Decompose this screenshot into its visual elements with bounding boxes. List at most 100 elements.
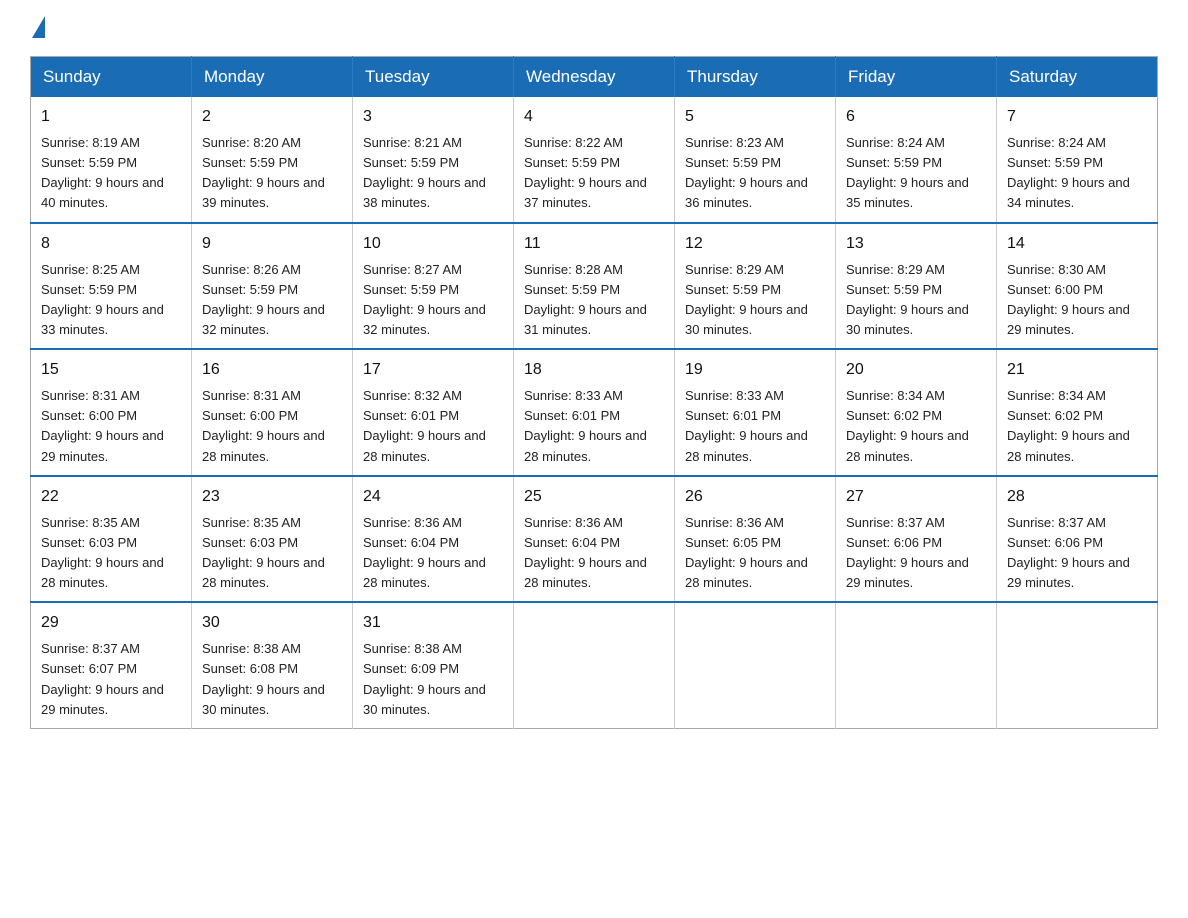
calendar-day-cell: 27 Sunrise: 8:37 AMSunset: 6:06 PMDaylig… [836, 476, 997, 603]
day-info: Sunrise: 8:36 AMSunset: 6:04 PMDaylight:… [524, 515, 647, 590]
calendar-day-cell: 7 Sunrise: 8:24 AMSunset: 5:59 PMDayligh… [997, 97, 1158, 223]
day-info: Sunrise: 8:30 AMSunset: 6:00 PMDaylight:… [1007, 262, 1130, 337]
day-number: 31 [363, 611, 503, 635]
page-header [30, 20, 1158, 36]
calendar-day-cell: 29 Sunrise: 8:37 AMSunset: 6:07 PMDaylig… [31, 602, 192, 728]
day-info: Sunrise: 8:34 AMSunset: 6:02 PMDaylight:… [1007, 388, 1130, 463]
day-number: 8 [41, 232, 181, 256]
day-number: 19 [685, 358, 825, 382]
day-number: 14 [1007, 232, 1147, 256]
day-info: Sunrise: 8:19 AMSunset: 5:59 PMDaylight:… [41, 135, 164, 210]
day-info: Sunrise: 8:29 AMSunset: 5:59 PMDaylight:… [846, 262, 969, 337]
day-number: 24 [363, 485, 503, 509]
calendar-day-cell: 10 Sunrise: 8:27 AMSunset: 5:59 PMDaylig… [353, 223, 514, 350]
calendar-day-cell: 11 Sunrise: 8:28 AMSunset: 5:59 PMDaylig… [514, 223, 675, 350]
calendar-day-cell: 2 Sunrise: 8:20 AMSunset: 5:59 PMDayligh… [192, 97, 353, 223]
day-number: 15 [41, 358, 181, 382]
day-number: 20 [846, 358, 986, 382]
logo-triangle-icon [32, 16, 45, 38]
day-number: 1 [41, 105, 181, 129]
day-number: 11 [524, 232, 664, 256]
day-info: Sunrise: 8:37 AMSunset: 6:06 PMDaylight:… [846, 515, 969, 590]
day-number: 23 [202, 485, 342, 509]
day-info: Sunrise: 8:36 AMSunset: 6:04 PMDaylight:… [363, 515, 486, 590]
day-info: Sunrise: 8:33 AMSunset: 6:01 PMDaylight:… [685, 388, 808, 463]
calendar-day-cell: 23 Sunrise: 8:35 AMSunset: 6:03 PMDaylig… [192, 476, 353, 603]
day-info: Sunrise: 8:38 AMSunset: 6:08 PMDaylight:… [202, 641, 325, 716]
day-info: Sunrise: 8:24 AMSunset: 5:59 PMDaylight:… [1007, 135, 1130, 210]
day-number: 27 [846, 485, 986, 509]
day-number: 6 [846, 105, 986, 129]
calendar-day-cell: 15 Sunrise: 8:31 AMSunset: 6:00 PMDaylig… [31, 349, 192, 476]
calendar-day-cell: 30 Sunrise: 8:38 AMSunset: 6:08 PMDaylig… [192, 602, 353, 728]
day-number: 17 [363, 358, 503, 382]
day-info: Sunrise: 8:29 AMSunset: 5:59 PMDaylight:… [685, 262, 808, 337]
day-number: 12 [685, 232, 825, 256]
calendar-day-cell: 21 Sunrise: 8:34 AMSunset: 6:02 PMDaylig… [997, 349, 1158, 476]
calendar-day-cell: 16 Sunrise: 8:31 AMSunset: 6:00 PMDaylig… [192, 349, 353, 476]
day-info: Sunrise: 8:22 AMSunset: 5:59 PMDaylight:… [524, 135, 647, 210]
calendar-week-row: 15 Sunrise: 8:31 AMSunset: 6:00 PMDaylig… [31, 349, 1158, 476]
day-number: 5 [685, 105, 825, 129]
logo[interactable] [30, 20, 45, 36]
calendar-day-cell [675, 602, 836, 728]
day-info: Sunrise: 8:23 AMSunset: 5:59 PMDaylight:… [685, 135, 808, 210]
day-info: Sunrise: 8:31 AMSunset: 6:00 PMDaylight:… [41, 388, 164, 463]
calendar-day-cell: 3 Sunrise: 8:21 AMSunset: 5:59 PMDayligh… [353, 97, 514, 223]
day-info: Sunrise: 8:27 AMSunset: 5:59 PMDaylight:… [363, 262, 486, 337]
day-number: 13 [846, 232, 986, 256]
day-number: 3 [363, 105, 503, 129]
weekday-header-thursday: Thursday [675, 57, 836, 98]
day-info: Sunrise: 8:25 AMSunset: 5:59 PMDaylight:… [41, 262, 164, 337]
weekday-header-row: SundayMondayTuesdayWednesdayThursdayFrid… [31, 57, 1158, 98]
day-number: 10 [363, 232, 503, 256]
day-info: Sunrise: 8:24 AMSunset: 5:59 PMDaylight:… [846, 135, 969, 210]
day-info: Sunrise: 8:21 AMSunset: 5:59 PMDaylight:… [363, 135, 486, 210]
day-number: 22 [41, 485, 181, 509]
day-number: 29 [41, 611, 181, 635]
calendar-day-cell: 24 Sunrise: 8:36 AMSunset: 6:04 PMDaylig… [353, 476, 514, 603]
day-info: Sunrise: 8:28 AMSunset: 5:59 PMDaylight:… [524, 262, 647, 337]
day-info: Sunrise: 8:34 AMSunset: 6:02 PMDaylight:… [846, 388, 969, 463]
day-info: Sunrise: 8:32 AMSunset: 6:01 PMDaylight:… [363, 388, 486, 463]
calendar-day-cell: 14 Sunrise: 8:30 AMSunset: 6:00 PMDaylig… [997, 223, 1158, 350]
calendar-week-row: 1 Sunrise: 8:19 AMSunset: 5:59 PMDayligh… [31, 97, 1158, 223]
calendar-day-cell: 25 Sunrise: 8:36 AMSunset: 6:04 PMDaylig… [514, 476, 675, 603]
calendar-day-cell [997, 602, 1158, 728]
day-number: 30 [202, 611, 342, 635]
weekday-header-sunday: Sunday [31, 57, 192, 98]
calendar-week-row: 22 Sunrise: 8:35 AMSunset: 6:03 PMDaylig… [31, 476, 1158, 603]
day-number: 9 [202, 232, 342, 256]
weekday-header-tuesday: Tuesday [353, 57, 514, 98]
weekday-header-wednesday: Wednesday [514, 57, 675, 98]
day-number: 2 [202, 105, 342, 129]
calendar-day-cell: 26 Sunrise: 8:36 AMSunset: 6:05 PMDaylig… [675, 476, 836, 603]
calendar-day-cell: 20 Sunrise: 8:34 AMSunset: 6:02 PMDaylig… [836, 349, 997, 476]
day-number: 4 [524, 105, 664, 129]
day-number: 16 [202, 358, 342, 382]
calendar-day-cell: 18 Sunrise: 8:33 AMSunset: 6:01 PMDaylig… [514, 349, 675, 476]
day-info: Sunrise: 8:37 AMSunset: 6:06 PMDaylight:… [1007, 515, 1130, 590]
day-number: 18 [524, 358, 664, 382]
calendar-day-cell: 19 Sunrise: 8:33 AMSunset: 6:01 PMDaylig… [675, 349, 836, 476]
day-info: Sunrise: 8:36 AMSunset: 6:05 PMDaylight:… [685, 515, 808, 590]
calendar-day-cell: 4 Sunrise: 8:22 AMSunset: 5:59 PMDayligh… [514, 97, 675, 223]
weekday-header-saturday: Saturday [997, 57, 1158, 98]
day-info: Sunrise: 8:26 AMSunset: 5:59 PMDaylight:… [202, 262, 325, 337]
calendar-day-cell: 1 Sunrise: 8:19 AMSunset: 5:59 PMDayligh… [31, 97, 192, 223]
day-info: Sunrise: 8:35 AMSunset: 6:03 PMDaylight:… [41, 515, 164, 590]
calendar-week-row: 29 Sunrise: 8:37 AMSunset: 6:07 PMDaylig… [31, 602, 1158, 728]
calendar-day-cell: 28 Sunrise: 8:37 AMSunset: 6:06 PMDaylig… [997, 476, 1158, 603]
calendar-day-cell: 17 Sunrise: 8:32 AMSunset: 6:01 PMDaylig… [353, 349, 514, 476]
calendar-day-cell: 22 Sunrise: 8:35 AMSunset: 6:03 PMDaylig… [31, 476, 192, 603]
day-info: Sunrise: 8:37 AMSunset: 6:07 PMDaylight:… [41, 641, 164, 716]
day-number: 26 [685, 485, 825, 509]
day-number: 25 [524, 485, 664, 509]
calendar-day-cell: 8 Sunrise: 8:25 AMSunset: 5:59 PMDayligh… [31, 223, 192, 350]
calendar-day-cell: 9 Sunrise: 8:26 AMSunset: 5:59 PMDayligh… [192, 223, 353, 350]
weekday-header-friday: Friday [836, 57, 997, 98]
calendar-table: SundayMondayTuesdayWednesdayThursdayFrid… [30, 56, 1158, 729]
weekday-header-monday: Monday [192, 57, 353, 98]
calendar-day-cell: 13 Sunrise: 8:29 AMSunset: 5:59 PMDaylig… [836, 223, 997, 350]
calendar-day-cell: 5 Sunrise: 8:23 AMSunset: 5:59 PMDayligh… [675, 97, 836, 223]
